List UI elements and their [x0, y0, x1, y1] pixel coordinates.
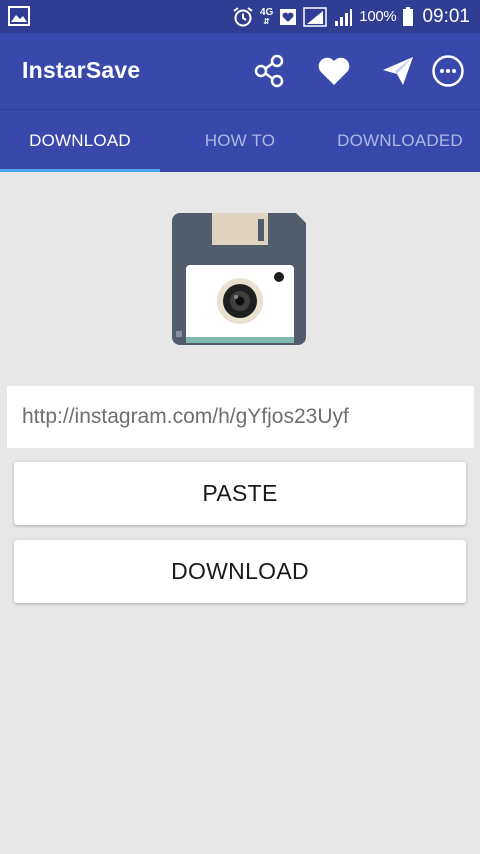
- tab-how-to[interactable]: HOW TO: [160, 110, 320, 172]
- tab-bar: DOWNLOAD HOW TO DOWNLOADED: [0, 109, 480, 172]
- tab-downloaded[interactable]: DOWNLOADED: [320, 110, 480, 172]
- url-input-placeholder: http://instagram.com/h/gYfjos23Uyf: [22, 405, 349, 428]
- heart-icon[interactable]: [302, 50, 366, 92]
- status-bar: 4G ⇵ 100% 09:01: [0, 0, 480, 33]
- alarm-icon: [232, 6, 254, 28]
- tab-download[interactable]: DOWNLOAD: [0, 110, 160, 172]
- tab-indicator: [0, 169, 160, 172]
- image-icon: [8, 6, 30, 26]
- app-bar: InstarSave: [0, 33, 480, 109]
- heart-notification-icon: [279, 8, 297, 26]
- more-options-icon[interactable]: [430, 50, 466, 92]
- clock: 09:01: [422, 5, 470, 27]
- signal-icon-2: [333, 7, 353, 27]
- paste-button[interactable]: PASTE: [14, 462, 466, 525]
- app-title: InstarSave: [22, 57, 141, 83]
- network-4g-icon: 4G ⇵: [259, 6, 274, 26]
- download-button[interactable]: DOWNLOAD: [14, 540, 466, 603]
- paste-button-label: PASTE: [202, 480, 278, 506]
- url-input[interactable]: http://instagram.com/h/gYfjos23Uyf: [7, 386, 474, 448]
- status-icons: 4G ⇵ 100% 09:01: [232, 0, 470, 33]
- network-label: 4G: [259, 6, 274, 18]
- battery-icon: [402, 6, 414, 27]
- download-button-label: DOWNLOAD: [171, 558, 309, 584]
- tab-download-label: DOWNLOAD: [29, 131, 131, 150]
- app-actions: [238, 50, 466, 92]
- floppy-camera-icon: [172, 211, 308, 347]
- tab-how-to-label: HOW TO: [204, 131, 276, 150]
- signal-icon: [303, 6, 328, 27]
- tab-downloaded-label: DOWNLOADED: [337, 131, 463, 150]
- share-icon[interactable]: [238, 50, 302, 92]
- battery-level: 100%: [359, 8, 397, 25]
- send-icon[interactable]: [366, 50, 430, 92]
